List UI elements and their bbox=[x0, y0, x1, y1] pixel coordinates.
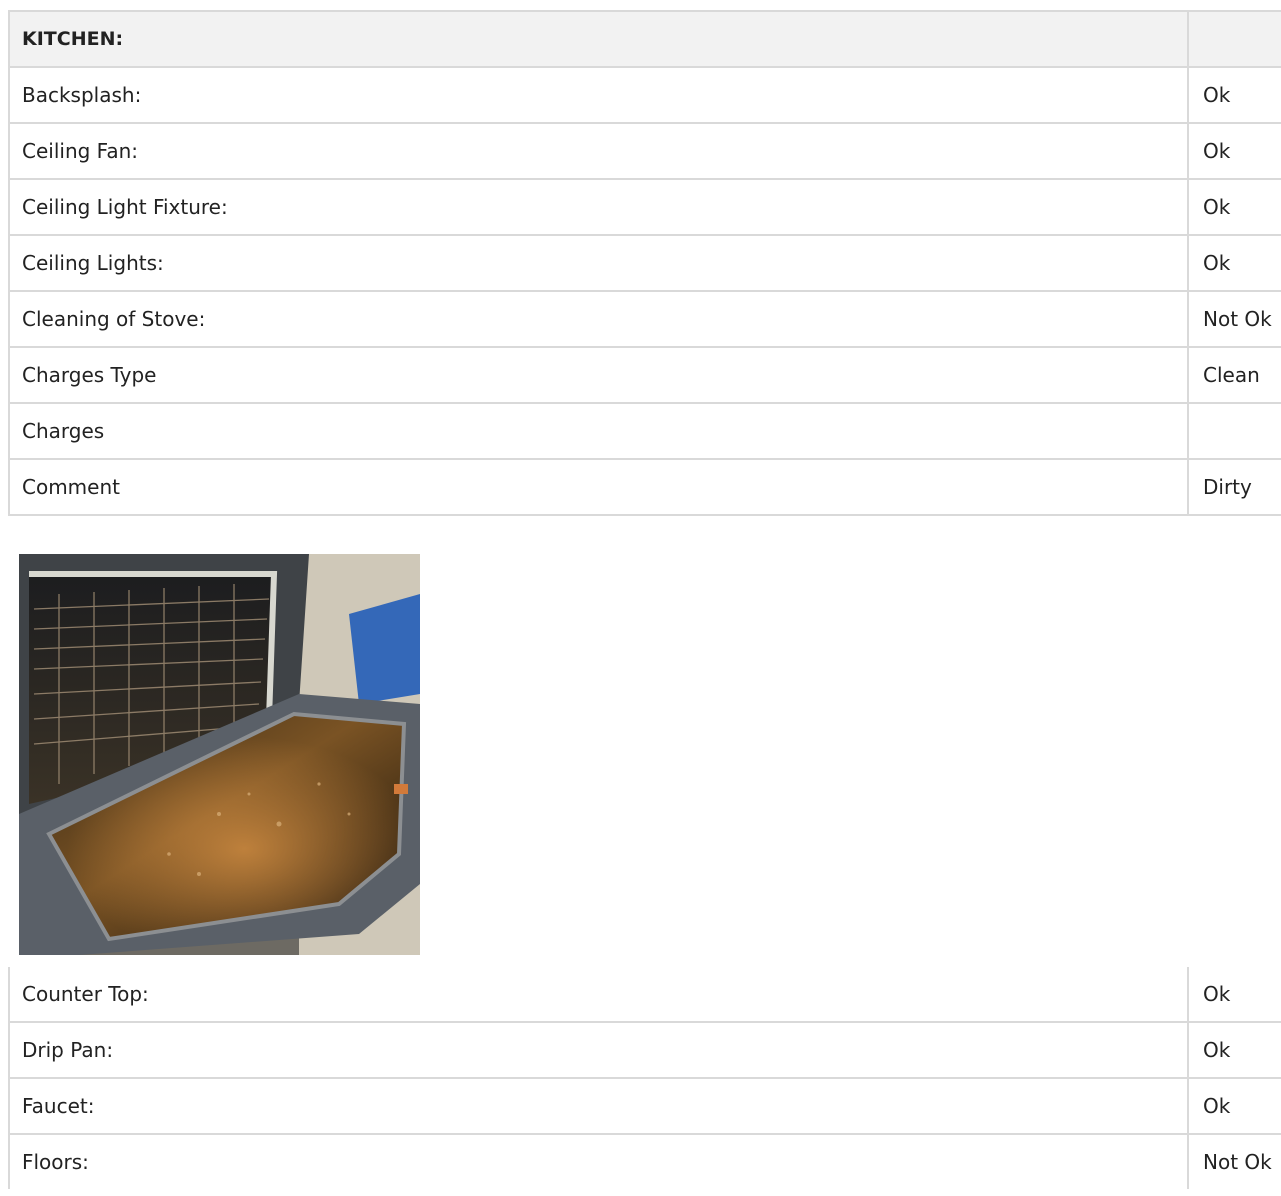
row-value: Ok bbox=[1187, 967, 1281, 1023]
section-header-row: KITCHEN: bbox=[8, 10, 1281, 68]
row-value: Ok bbox=[1187, 234, 1281, 292]
row-label: Ceiling Fan: bbox=[8, 122, 1189, 180]
row-value: Ok bbox=[1187, 66, 1281, 124]
row-value: Not Ok bbox=[1187, 1133, 1281, 1189]
table-row: Counter Top: Ok bbox=[8, 967, 1281, 1023]
table-row: Floors: Not Ok bbox=[8, 1133, 1281, 1189]
oven-photo-icon bbox=[19, 554, 420, 955]
table-row: Backsplash: Ok bbox=[8, 66, 1281, 124]
row-label: Charges bbox=[8, 402, 1189, 460]
row-label: Cleaning of Stove: bbox=[8, 290, 1189, 348]
row-label: Ceiling Lights: bbox=[8, 234, 1189, 292]
row-value: Ok bbox=[1187, 1077, 1281, 1135]
row-label: Backsplash: bbox=[8, 66, 1189, 124]
table-row: Comment Dirty bbox=[8, 458, 1281, 516]
row-value: Clean bbox=[1187, 346, 1281, 404]
table-row: Charges bbox=[8, 402, 1281, 460]
row-value bbox=[1187, 402, 1281, 460]
table-row: Charges Type Clean bbox=[8, 346, 1281, 404]
row-value: Dirty bbox=[1187, 458, 1281, 516]
inspection-report: KITCHEN: Backsplash: Ok Ceiling Fan: Ok … bbox=[0, 0, 1281, 1196]
section-title: KITCHEN: bbox=[8, 10, 1189, 68]
row-value: Ok bbox=[1187, 122, 1281, 180]
table-row: Cleaning of Stove: Not Ok bbox=[8, 290, 1281, 348]
kitchen-table: KITCHEN: Backsplash: Ok Ceiling Fan: Ok … bbox=[8, 10, 1281, 516]
table-row: Ceiling Lights: Ok bbox=[8, 234, 1281, 292]
table-row: Faucet: Ok bbox=[8, 1077, 1281, 1135]
row-label: Faucet: bbox=[8, 1077, 1189, 1135]
row-value: Ok bbox=[1187, 1021, 1281, 1079]
table-row: Drip Pan: Ok bbox=[8, 1021, 1281, 1079]
table-row: Ceiling Light Fixture: Ok bbox=[8, 178, 1281, 236]
table-row: Ceiling Fan: Ok bbox=[8, 122, 1281, 180]
row-label: Comment bbox=[8, 458, 1189, 516]
kitchen-table-continued: Counter Top: Ok Drip Pan: Ok Faucet: Ok … bbox=[8, 967, 1281, 1189]
row-value: Not Ok bbox=[1187, 290, 1281, 348]
row-label: Ceiling Light Fixture: bbox=[8, 178, 1189, 236]
row-label: Counter Top: bbox=[8, 967, 1189, 1023]
row-value: Ok bbox=[1187, 178, 1281, 236]
row-label: Charges Type bbox=[8, 346, 1189, 404]
oven-photo[interactable] bbox=[19, 554, 420, 955]
row-label: Floors: bbox=[8, 1133, 1189, 1189]
row-label: Drip Pan: bbox=[8, 1021, 1189, 1079]
section-header-value bbox=[1187, 10, 1281, 68]
